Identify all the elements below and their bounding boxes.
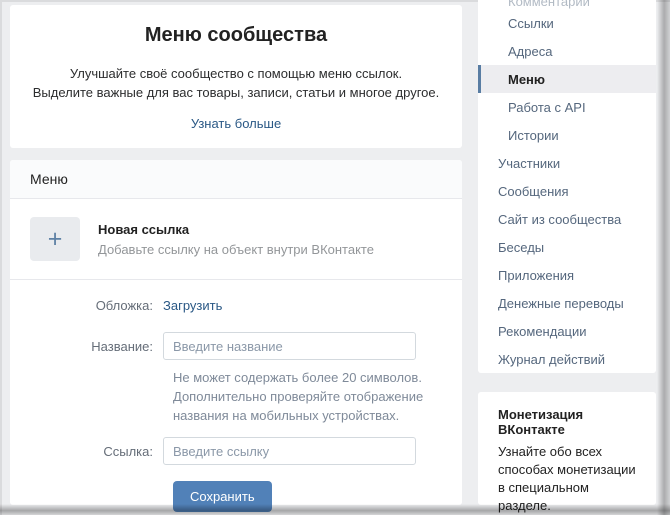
sidebar-item-label: Приложения	[498, 268, 574, 283]
monetization-card: Монетизация ВКонтакте Узнайте обо всех с…	[478, 392, 656, 505]
sidebar-item[interactable]: Ссылки	[478, 9, 656, 37]
sidebar-item-label: Ссылки	[508, 16, 554, 31]
sidebar-item[interactable]: Рекомендации	[478, 317, 656, 345]
cover-label: Обложка:	[30, 298, 163, 313]
sidebar-item-label: Сайт из сообщества	[498, 212, 621, 227]
sidebar-item-label: Журнал действий	[498, 352, 605, 367]
promo-description: Улучшайте своё сообщество с помощью меню…	[10, 64, 462, 102]
button-row: Сохранить	[173, 478, 442, 512]
window-edge-shadow-right	[657, 0, 670, 515]
sidebar-item[interactable]: Беседы	[478, 233, 656, 261]
monetization-text: Узнайте обо всех способах монетизации в …	[498, 443, 636, 515]
sidebar-item-label: Беседы	[498, 240, 544, 255]
section-header: Меню	[10, 160, 462, 199]
new-link-title: Новая ссылка	[98, 222, 374, 237]
new-link-description: Добавьте ссылку на объект внутри ВКонтак…	[98, 242, 374, 257]
name-label: Название:	[30, 339, 163, 354]
monetization-title: Монетизация ВКонтакте	[498, 407, 636, 437]
sidebar-item[interactable]: Сайт из сообщества	[478, 205, 656, 233]
upload-cover-link[interactable]: Загрузить	[163, 298, 222, 313]
sidebar-item-label: Комментарии	[508, 0, 590, 9]
promo-card: Меню сообщества Улучшайте своё сообществ…	[10, 5, 462, 148]
plus-icon: +	[48, 227, 63, 252]
settings-nav: Комментарии Ссылки Адреса Меню	[478, 0, 656, 373]
name-input[interactable]	[163, 332, 416, 360]
sidebar-item[interactable]: Истории	[478, 121, 656, 149]
new-link-text: Новая ссылка Добавьте ссылку на объект в…	[98, 222, 374, 257]
sidebar-item[interactable]: Адреса	[478, 37, 656, 65]
sidebar-item[interactable]: Участники	[478, 149, 656, 177]
sidebar-item[interactable]: Работа с API	[478, 93, 656, 121]
menu-section-card: Меню + Новая ссылка Добавьте ссылку на о…	[10, 160, 462, 505]
sidebar-item-label: Сообщения	[498, 184, 569, 199]
sidebar: Комментарии Ссылки Адреса Меню	[478, 5, 656, 505]
name-row: Название:	[30, 332, 442, 360]
learn-more-link[interactable]: Узнать больше	[191, 116, 281, 131]
page-title: Меню сообщества	[10, 5, 462, 47]
add-link-button[interactable]: +	[30, 217, 80, 261]
sidebar-item[interactable]: Денежные переводы	[478, 289, 656, 317]
link-input[interactable]	[163, 437, 416, 465]
sidebar-item-label: Меню	[508, 72, 545, 87]
name-hint: Не может содержать более 20 символов. До…	[173, 368, 442, 425]
sidebar-item-label: Истории	[508, 128, 559, 143]
page: Меню сообщества Улучшайте своё сообществ…	[0, 0, 670, 515]
sidebar-item[interactable]: Приложения	[478, 261, 656, 289]
link-form: Обложка: Загрузить Название: Не может со…	[10, 280, 462, 512]
main-content: Меню сообщества Улучшайте своё сообществ…	[10, 5, 462, 505]
link-row: Ссылка:	[30, 437, 442, 465]
sidebar-item[interactable]: Журнал действий	[478, 345, 656, 373]
new-link-row[interactable]: + Новая ссылка Добавьте ссылку на объект…	[10, 199, 462, 280]
sidebar-item-label: Рекомендации	[498, 324, 587, 339]
sidebar-item-label: Участники	[498, 156, 560, 171]
cover-row: Обложка: Загрузить	[30, 298, 442, 313]
sidebar-item[interactable]: Меню	[478, 65, 656, 93]
sidebar-item[interactable]: Комментарии	[478, 0, 656, 9]
sidebar-item-label: Адреса	[508, 44, 552, 59]
sidebar-item[interactable]: Сообщения	[478, 177, 656, 205]
sidebar-item-label: Работа с API	[508, 100, 586, 115]
sidebar-item-label: Денежные переводы	[498, 296, 624, 311]
link-label: Ссылка:	[30, 444, 163, 459]
save-button[interactable]: Сохранить	[173, 481, 272, 512]
